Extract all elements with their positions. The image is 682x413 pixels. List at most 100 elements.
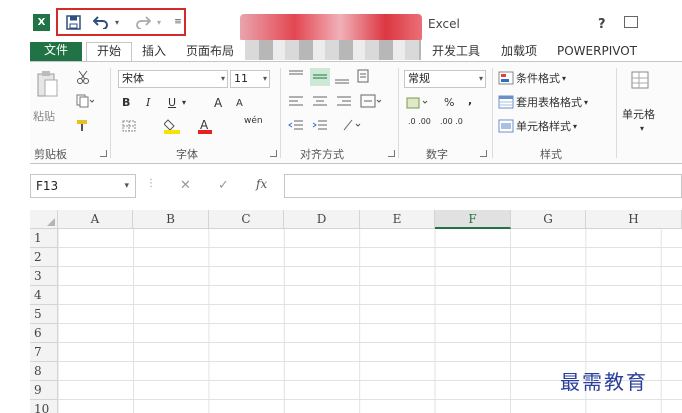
cells-insert-label: 单元格 [622, 108, 655, 121]
row-header[interactable]: 5 [30, 305, 58, 324]
formula-input[interactable] [284, 174, 682, 198]
chevron-down-icon: ▾ [220, 74, 225, 83]
undo-icon[interactable] [92, 12, 110, 32]
align-center-icon[interactable] [312, 96, 328, 108]
chevron-down-icon: ▾ [124, 181, 129, 191]
tab-page-layout[interactable]: 页面布局 [186, 43, 234, 62]
tab-add-ins[interactable]: 加载项 [501, 43, 537, 62]
group-separator [398, 68, 399, 158]
font-name-combo[interactable]: 宋体 ▾ [118, 70, 228, 88]
svg-text:A: A [200, 118, 209, 132]
column-header-c[interactable]: C [209, 210, 284, 229]
chevron-down-icon[interactable]: ▾ [182, 98, 186, 107]
clipboard-group-label: 剪贴板 [34, 148, 67, 161]
row-header[interactable]: 9 [30, 381, 58, 400]
chevron-down-icon: ▾ [584, 97, 589, 107]
name-box[interactable]: F13 ▾ [30, 174, 136, 198]
font-name-value: 宋体 [122, 72, 144, 85]
merge-center-icon[interactable] [360, 94, 382, 108]
middle-align-icon[interactable] [310, 68, 330, 86]
top-align-icon[interactable] [288, 70, 304, 82]
undo-dropdown-icon[interactable]: ▾ [112, 12, 122, 32]
decrease-indent-icon[interactable] [288, 120, 304, 132]
number-format-combo[interactable]: 常规 ▾ [404, 70, 486, 88]
row-header[interactable]: 4 [30, 286, 58, 305]
column-header-b[interactable]: B [133, 210, 209, 229]
ribbon: 粘贴 剪贴板 宋体 ▾ 11 ▾ B I U ▾ A A A wén 字体 对齐… [30, 61, 682, 164]
tab-home[interactable]: 开始 [86, 42, 132, 62]
row-header[interactable]: 7 [30, 343, 58, 362]
row-header[interactable]: 6 [30, 324, 58, 343]
row-header[interactable]: 2 [30, 248, 58, 267]
cell-styles-button[interactable]: 单元格样式 ▾ [498, 118, 577, 134]
bold-button[interactable]: B [122, 96, 130, 109]
increase-indent-icon[interactable] [312, 120, 328, 132]
format-painter-icon[interactable] [76, 118, 90, 132]
format-as-table-button[interactable]: 套用表格格式 ▾ [498, 94, 588, 110]
chevron-down-icon: ▾ [562, 73, 567, 83]
tab-powerpivot[interactable]: POWERPIVOT [557, 43, 637, 62]
underline-button[interactable]: U [168, 96, 176, 109]
help-button[interactable]: ? [598, 17, 606, 32]
confirm-entry-icon[interactable]: ✓ [218, 178, 229, 193]
redo-icon[interactable] [134, 12, 152, 32]
column-header-g[interactable]: G [511, 210, 586, 229]
font-color-icon[interactable]: A [198, 118, 212, 134]
decrease-decimal-button[interactable]: .00 .0 [440, 118, 470, 126]
row-header[interactable]: 10 [30, 400, 58, 413]
redo-dropdown-icon[interactable]: ▾ [154, 12, 164, 32]
text-direction-icon[interactable] [342, 118, 362, 132]
row-header[interactable]: 1 [30, 229, 58, 248]
comma-button[interactable]: , [468, 94, 472, 107]
column-header-h[interactable]: H [586, 210, 682, 229]
font-group-label: 字体 [176, 148, 198, 161]
copy-icon[interactable] [76, 94, 94, 108]
column-header-a[interactable]: A [58, 210, 133, 229]
accounting-format-icon[interactable] [406, 96, 430, 110]
font-launcher-icon[interactable] [270, 150, 277, 157]
align-left-icon[interactable] [288, 96, 304, 108]
conditional-formatting-button[interactable]: 条件格式 ▾ [498, 70, 566, 86]
cut-icon[interactable] [76, 70, 90, 84]
number-format-value: 常规 [408, 72, 430, 85]
group-separator [280, 68, 281, 158]
select-all-corner[interactable] [30, 210, 58, 229]
styles-group-label: 样式 [540, 148, 562, 161]
tab-file[interactable]: 文件 [30, 42, 82, 61]
borders-icon[interactable] [122, 120, 136, 132]
window-title: Excel [428, 17, 460, 31]
name-box-value: F13 [36, 179, 59, 193]
insert-function-button[interactable]: fx [256, 177, 267, 191]
paste-button[interactable] [36, 70, 58, 98]
chevron-down-icon[interactable]: ▾ [640, 124, 644, 133]
clipboard-launcher-icon[interactable] [100, 150, 107, 157]
redacted-tabs-blur [245, 40, 421, 60]
grow-font-button[interactable]: A [214, 96, 222, 110]
cell-styles-label: 单元格样式 [516, 120, 571, 133]
bottom-align-icon[interactable] [334, 72, 350, 84]
column-header-e[interactable]: E [360, 210, 435, 229]
orientation-icon[interactable] [356, 68, 372, 84]
percent-button[interactable]: % [444, 96, 454, 109]
paste-label: 粘贴 [33, 110, 55, 123]
tab-developer[interactable]: 开发工具 [432, 43, 480, 62]
phonetic-guide-button[interactable]: wén [244, 116, 263, 126]
save-icon[interactable] [64, 12, 82, 32]
column-header-f[interactable]: F [435, 210, 511, 229]
fill-color-icon[interactable] [164, 118, 182, 134]
increase-decimal-button[interactable]: .0 .00 [408, 118, 438, 126]
column-header-d[interactable]: D [284, 210, 360, 229]
number-launcher-icon[interactable] [480, 150, 487, 157]
row-header[interactable]: 8 [30, 362, 58, 381]
customize-qat-icon[interactable]: ≡ [172, 12, 184, 32]
font-size-combo[interactable]: 11 ▾ [230, 70, 270, 88]
insert-cells-icon[interactable] [630, 70, 650, 90]
ribbon-display-options-icon[interactable] [624, 16, 638, 28]
alignment-launcher-icon[interactable] [388, 150, 395, 157]
shrink-font-button[interactable]: A [236, 98, 243, 109]
align-right-icon[interactable] [336, 96, 352, 108]
tab-insert[interactable]: 插入 [142, 43, 166, 62]
italic-button[interactable]: I [146, 96, 150, 109]
row-header[interactable]: 3 [30, 267, 58, 286]
cancel-entry-icon[interactable]: ✕ [180, 178, 191, 193]
